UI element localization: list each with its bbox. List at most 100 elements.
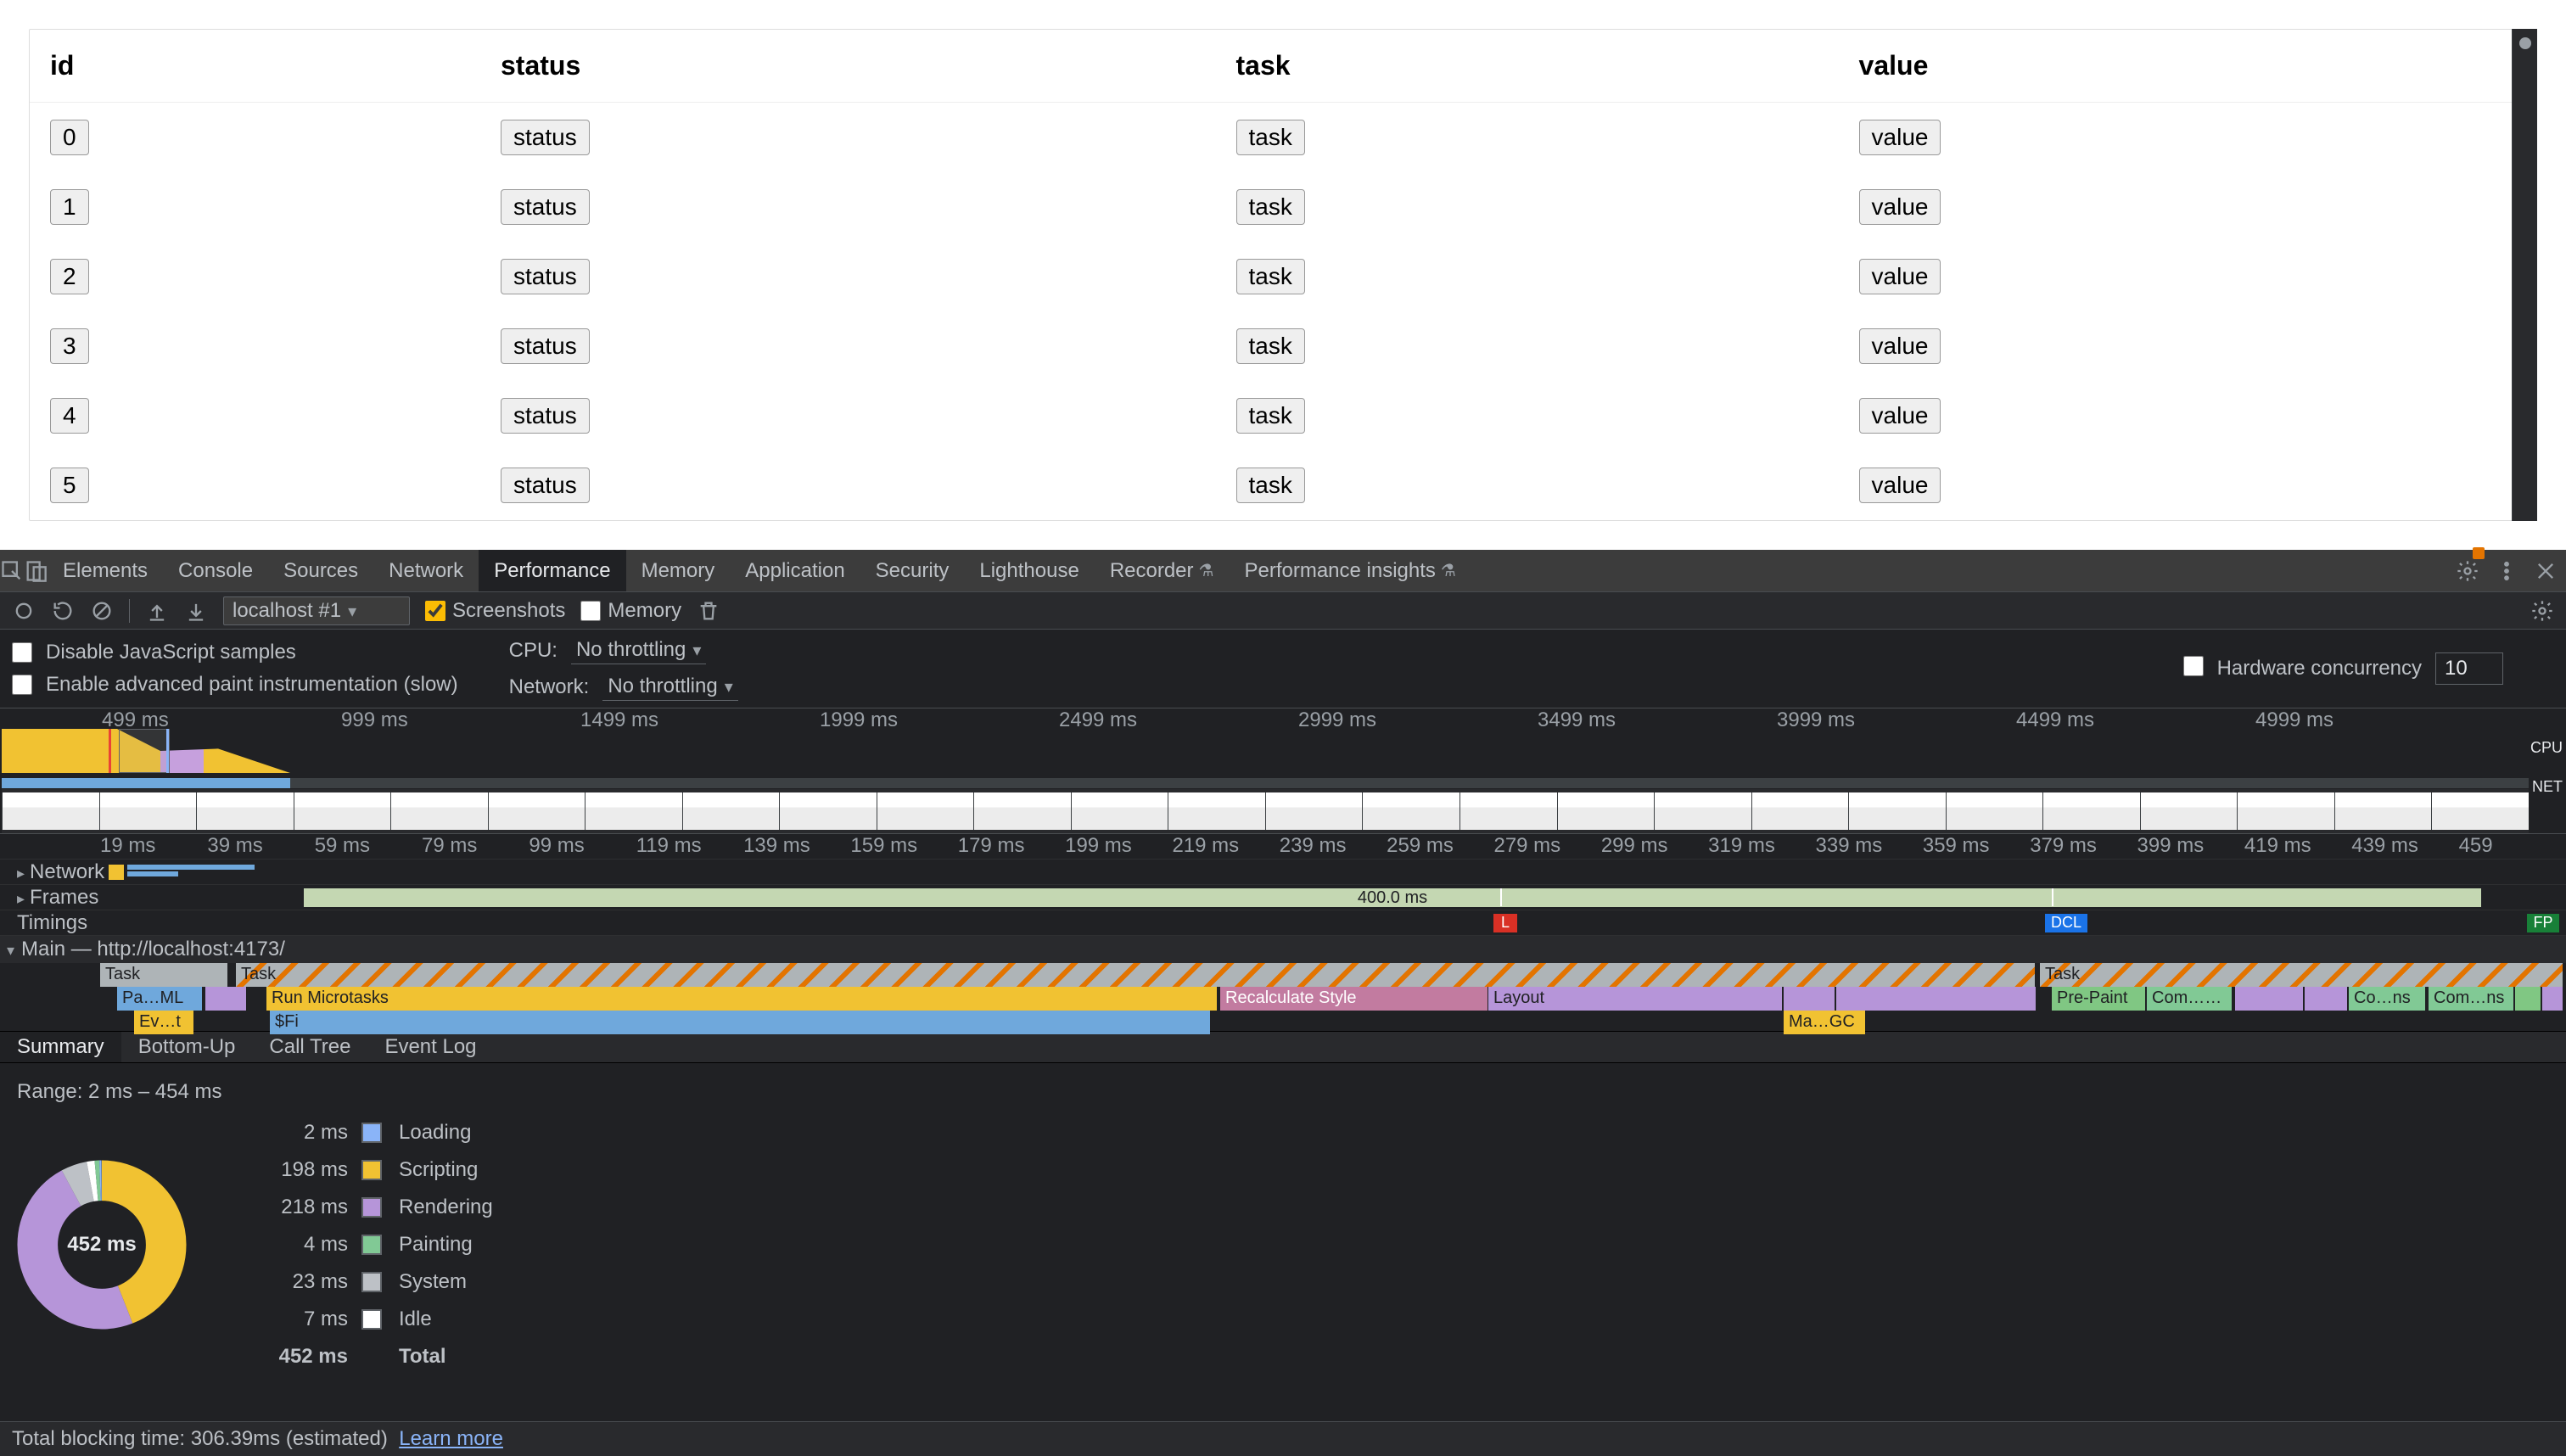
cell-id-button[interactable]: 5 xyxy=(50,468,89,503)
cell-status-button[interactable]: status xyxy=(501,398,590,434)
col-task: task xyxy=(1216,30,1839,103)
tab-console[interactable]: Console xyxy=(163,550,268,591)
cell-id-button[interactable]: 3 xyxy=(50,328,89,364)
cell-value-button[interactable]: value xyxy=(1859,120,1941,155)
cell-task-button[interactable]: task xyxy=(1236,468,1305,503)
flame-fi[interactable]: $Fi xyxy=(270,1011,1210,1034)
tracks-ruler: 19 ms39 ms59 ms79 ms99 ms119 ms139 ms159… xyxy=(0,834,2566,860)
flame-block[interactable] xyxy=(1836,987,2036,1011)
flame-layout-small[interactable] xyxy=(205,987,246,1011)
capture-settings-icon[interactable] xyxy=(2530,599,2554,623)
scrollbar[interactable] xyxy=(2512,29,2537,521)
tab-recorder[interactable]: Recorder xyxy=(1095,550,1230,591)
details-tab-bottomup[interactable]: Bottom-Up xyxy=(121,1032,253,1062)
tracks-area[interactable]: 19 ms39 ms59 ms79 ms99 ms119 ms139 ms159… xyxy=(0,834,2566,1031)
inspect-icon[interactable] xyxy=(0,559,24,583)
cell-task-button[interactable]: task xyxy=(1236,120,1305,155)
tbt-learn-more-link[interactable]: Learn more xyxy=(399,1427,503,1450)
more-icon[interactable] xyxy=(2495,559,2518,583)
tab-lighthouse[interactable]: Lighthouse xyxy=(964,550,1094,591)
device-toggle-icon[interactable] xyxy=(24,559,48,583)
donut-center-text: 452 ms xyxy=(17,1160,187,1330)
table-row: 2 status task value xyxy=(30,242,2536,311)
cell-task-button[interactable]: task xyxy=(1236,328,1305,364)
summary-donut: 452 ms xyxy=(17,1160,187,1330)
cell-value-button[interactable]: value xyxy=(1859,468,1941,503)
flame-parse-html[interactable]: Pa…ML xyxy=(117,987,202,1011)
flame-block[interactable] xyxy=(2515,987,2541,1011)
cell-status-button[interactable]: status xyxy=(501,120,590,155)
flame-commit[interactable]: Com…ons xyxy=(2147,987,2232,1011)
cell-id-button[interactable]: 0 xyxy=(50,120,89,155)
details-tab-summary[interactable]: Summary xyxy=(0,1032,121,1062)
flame-commit[interactable]: Com…ns xyxy=(2429,987,2513,1011)
flame-task[interactable]: Task xyxy=(100,963,227,987)
flame-commit[interactable]: Co…ns xyxy=(2349,987,2425,1011)
overview-net-lane xyxy=(2,778,2529,788)
cell-id-button[interactable]: 1 xyxy=(50,189,89,225)
flame-block[interactable] xyxy=(2235,987,2303,1011)
tab-sources[interactable]: Sources xyxy=(268,550,373,591)
flame-gc[interactable]: Ma…GC xyxy=(1784,1011,1865,1034)
tab-performance[interactable]: Performance xyxy=(479,550,625,591)
cell-value-button[interactable]: value xyxy=(1859,259,1941,294)
track-timings[interactable]: Timings L DCL FP xyxy=(0,910,2566,936)
cell-task-button[interactable]: task xyxy=(1236,259,1305,294)
cell-task-button[interactable]: task xyxy=(1236,189,1305,225)
load-profile-icon[interactable] xyxy=(145,599,169,623)
flame-recalc-style[interactable]: Recalculate Style xyxy=(1220,987,1487,1011)
track-main-header[interactable]: Main — http://localhost:4173/ xyxy=(0,936,2566,963)
network-throttle-select[interactable]: No throttling xyxy=(602,673,737,701)
cell-value-button[interactable]: value xyxy=(1859,398,1941,434)
hw-concurrency-input[interactable] xyxy=(2435,652,2503,685)
cell-task-button[interactable]: task xyxy=(1236,398,1305,434)
profile-selector[interactable]: localhost #1 xyxy=(223,596,410,625)
cell-id-button[interactable]: 2 xyxy=(50,259,89,294)
cell-status-button[interactable]: status xyxy=(501,189,590,225)
cell-status-button[interactable]: status xyxy=(501,328,590,364)
track-network[interactable]: Network xyxy=(0,860,2566,885)
overview-strip[interactable]: 499 ms999 ms1499 ms1999 ms2499 ms2999 ms… xyxy=(0,708,2566,834)
hw-concurrency-checkbox[interactable] xyxy=(2183,656,2204,682)
trash-icon[interactable] xyxy=(697,599,720,623)
cpu-throttle-select[interactable]: No throttling xyxy=(571,636,706,664)
clear-icon[interactable] xyxy=(90,599,114,623)
flame-layout[interactable]: Layout xyxy=(1488,987,1782,1011)
tab-elements[interactable]: Elements xyxy=(48,550,163,591)
flame-microtasks[interactable]: Run Microtasks xyxy=(266,987,1217,1011)
details-tab-calltree[interactable]: Call Tree xyxy=(252,1032,367,1062)
flame-block[interactable] xyxy=(2542,987,2563,1011)
hw-label: Hardware concurrency xyxy=(2217,657,2422,680)
reload-icon[interactable] xyxy=(51,599,75,623)
flame-task[interactable]: Task xyxy=(2040,963,2563,987)
flame-block[interactable] xyxy=(1784,987,1835,1011)
cell-value-button[interactable]: value xyxy=(1859,328,1941,364)
close-icon[interactable] xyxy=(2534,559,2558,583)
tab-application[interactable]: Application xyxy=(730,550,860,591)
tab-network[interactable]: Network xyxy=(373,550,479,591)
flame-block[interactable] xyxy=(2305,987,2347,1011)
tab-security[interactable]: Security xyxy=(860,550,965,591)
save-profile-icon[interactable] xyxy=(184,599,208,623)
disable-js-samples-checkbox[interactable]: Disable JavaScript samples xyxy=(12,641,458,664)
enable-paint-checkbox[interactable]: Enable advanced paint instrumentation (s… xyxy=(12,673,458,697)
track-frames[interactable]: Frames 400.0 ms xyxy=(0,885,2566,910)
profile-selector-label: localhost #1 xyxy=(233,599,341,623)
cell-status-button[interactable]: status xyxy=(501,259,590,294)
details-tab-eventlog[interactable]: Event Log xyxy=(367,1032,493,1062)
flame-chart[interactable]: Task Task Task Pa…ML Run Microtasks Reca… xyxy=(100,963,2566,1031)
tab-memory[interactable]: Memory xyxy=(626,550,731,591)
flame-prepaint[interactable]: Pre-Paint xyxy=(2052,987,2145,1011)
settings-gear-icon[interactable] xyxy=(2456,559,2479,583)
overview-marker-red xyxy=(109,729,111,773)
cell-status-button[interactable]: status xyxy=(501,468,590,503)
screenshots-checkbox[interactable]: Screenshots xyxy=(425,599,565,623)
overview-selection[interactable] xyxy=(119,729,170,773)
cell-value-button[interactable]: value xyxy=(1859,189,1941,225)
flame-event[interactable]: Ev…t xyxy=(134,1011,193,1034)
record-icon[interactable] xyxy=(12,599,36,623)
flame-task[interactable]: Task xyxy=(236,963,2035,987)
tab-perf-insights[interactable]: Performance insights xyxy=(1229,550,1471,591)
cell-id-button[interactable]: 4 xyxy=(50,398,89,434)
memory-checkbox[interactable]: Memory xyxy=(580,599,681,623)
